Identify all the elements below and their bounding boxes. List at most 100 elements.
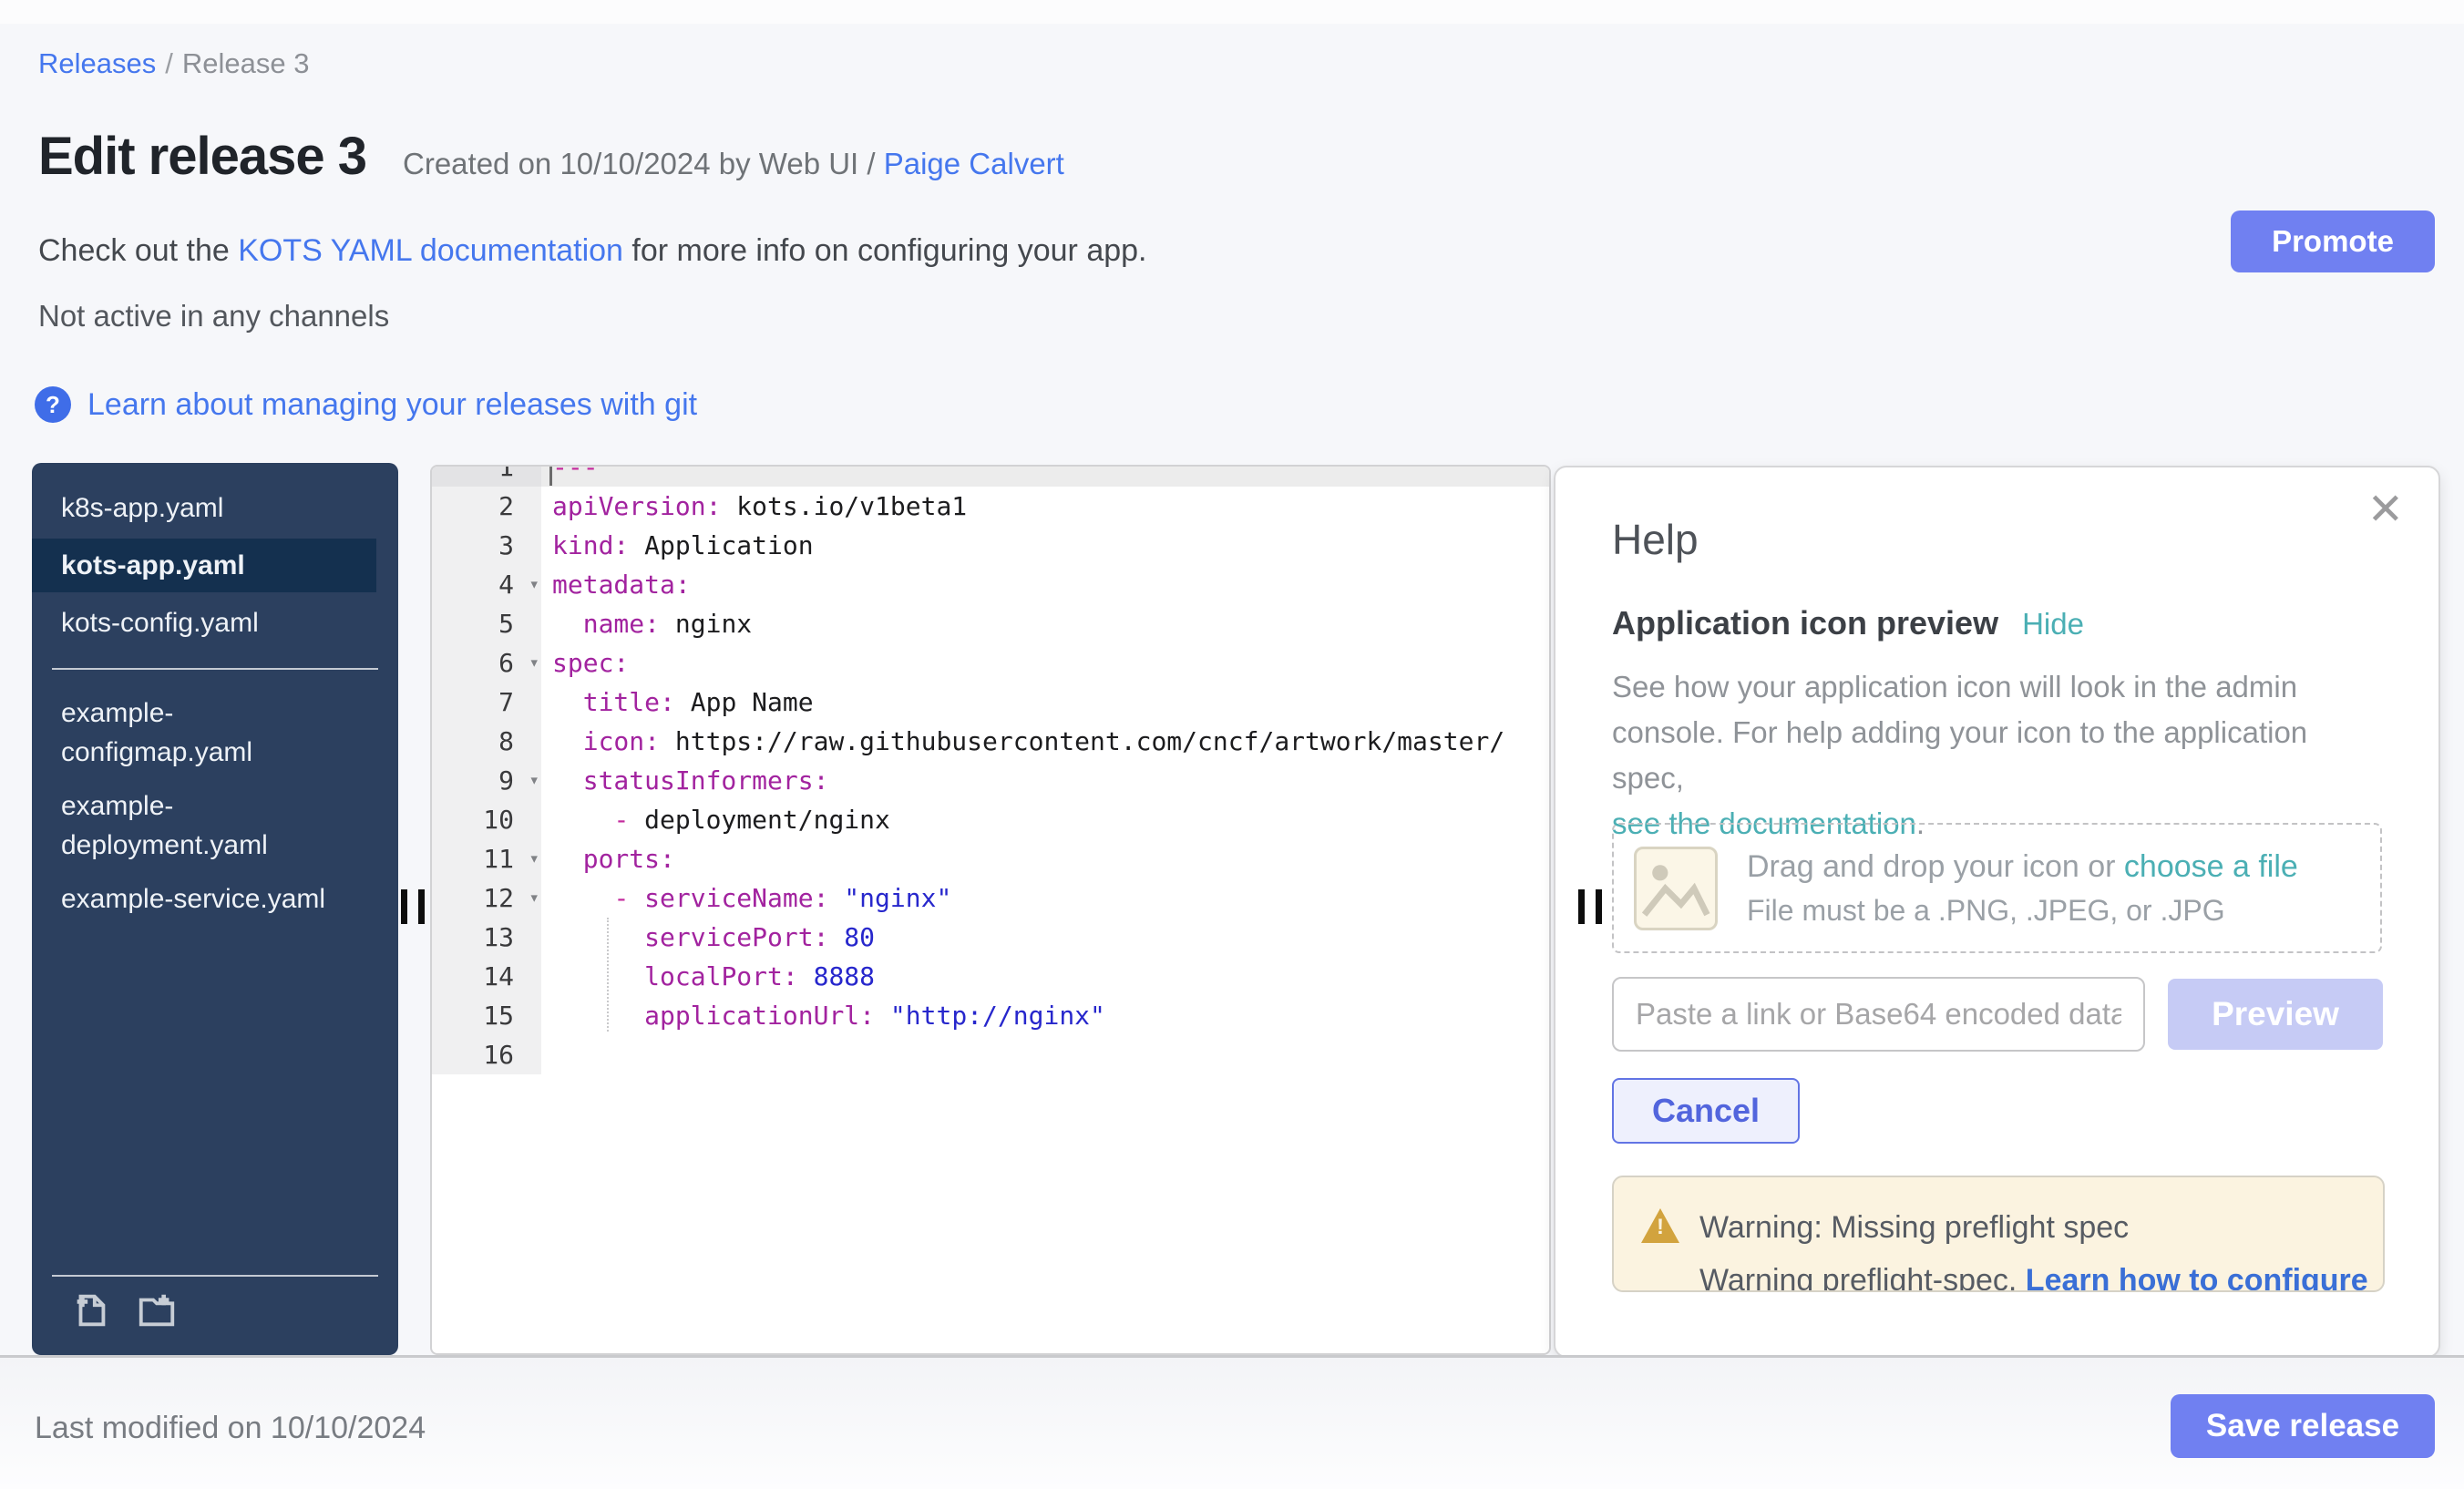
- fold-arrow-icon[interactable]: ▾: [529, 643, 539, 683]
- code-line-content[interactable]: spec:: [541, 643, 1549, 683]
- fold-arrow-icon[interactable]: ▾: [529, 839, 539, 878]
- sidebar-file-k8s-app.yaml[interactable]: k8s-app.yaml: [32, 481, 398, 535]
- fold-arrow-icon[interactable]: ▾: [529, 761, 539, 800]
- code-line-5[interactable]: 5 name: nginx: [432, 604, 1549, 643]
- hide-link[interactable]: Hide: [2022, 607, 2084, 642]
- kots-docs-link[interactable]: KOTS YAML documentation: [238, 233, 623, 268]
- code-line-7[interactable]: 7 title: App Name: [432, 683, 1549, 722]
- line-number: 1: [432, 465, 541, 487]
- new-file-icon[interactable]: [70, 1289, 112, 1331]
- sidebar-footer-divider: [52, 1275, 378, 1277]
- help-desc-line2: console. For help adding your icon to th…: [1612, 715, 2307, 795]
- breadcrumb: Releases/Release 3: [38, 47, 309, 80]
- top-strip: [0, 0, 2464, 24]
- breadcrumb-releases-link[interactable]: Releases: [38, 47, 156, 79]
- sidebar-divider: [52, 668, 378, 670]
- help-panel: ✕ Help Application icon preview Hide See…: [1554, 466, 2440, 1358]
- sidebar-file-example-configmap.yaml[interactable]: example-configmap.yaml: [32, 686, 398, 779]
- code-line-content[interactable]: kind: Application: [541, 526, 1549, 565]
- title-row: Edit release 3 Created on 10/10/2024 by …: [38, 126, 1064, 187]
- code-line-content[interactable]: - deployment/nginx: [541, 800, 1549, 839]
- question-icon[interactable]: ?: [35, 386, 71, 423]
- code-line-14[interactable]: 14 localPort: 8888: [432, 957, 1549, 996]
- last-modified-text: Last modified on 10/10/2024: [35, 1411, 426, 1446]
- line-number: 16: [432, 1035, 541, 1074]
- line-number: 8: [432, 722, 541, 761]
- choose-file-link[interactable]: choose a file: [2124, 849, 2298, 884]
- code-line-content[interactable]: apiVersion: kots.io/v1beta1: [541, 487, 1549, 526]
- code-line-10[interactable]: 10 - deployment/nginx: [432, 800, 1549, 839]
- code-line-3[interactable]: 3kind: Application: [432, 526, 1549, 565]
- code-line-15[interactable]: 15 applicationUrl: "http://nginx": [432, 996, 1549, 1035]
- code-line-1[interactable]: 1---: [432, 465, 1549, 487]
- code-line-16[interactable]: 16: [432, 1035, 1549, 1074]
- code-line-9[interactable]: 9▾ statusInformers:: [432, 761, 1549, 800]
- code-line-2[interactable]: 2apiVersion: kots.io/v1beta1: [432, 487, 1549, 526]
- sidebar-top-files: k8s-app.yamlkots-app.yamlkots-config.yam…: [32, 481, 398, 650]
- git-help-row[interactable]: ? Learn about managing your releases wit…: [35, 386, 697, 423]
- save-release-button[interactable]: Save release: [2171, 1394, 2435, 1458]
- promote-button[interactable]: Promote: [2231, 211, 2435, 272]
- code-line-4[interactable]: 4▾metadata:: [432, 565, 1549, 604]
- sidebar-file-example-deployment.yaml[interactable]: example-deployment.yaml: [32, 779, 398, 872]
- code-line-8[interactable]: 8 icon: https://raw.githubusercontent.co…: [432, 722, 1549, 761]
- line-number: 10: [432, 800, 541, 839]
- line-number: 3: [432, 526, 541, 565]
- line-number: 2: [432, 487, 541, 526]
- docs-line: Check out the KOTS YAML documentation fo…: [38, 233, 1147, 269]
- line-number: 9▾: [432, 761, 541, 800]
- docs-suffix: for more info on configuring your app.: [623, 233, 1147, 268]
- icon-dropzone[interactable]: Drag and drop your icon or choose a file…: [1612, 823, 2382, 953]
- code-line-content[interactable]: ---: [541, 465, 1549, 487]
- breadcrumb-separator: /: [165, 47, 173, 79]
- code-line-content[interactable]: statusInformers:: [541, 761, 1549, 800]
- fold-arrow-icon[interactable]: ▾: [529, 565, 539, 604]
- sidebar-file-kots-app.yaml[interactable]: kots-app.yaml: [32, 539, 376, 592]
- code-line-content[interactable]: localPort: 8888: [541, 957, 1549, 996]
- fold-arrow-icon[interactable]: ▾: [529, 878, 539, 918]
- close-icon[interactable]: ✕: [2367, 484, 2404, 535]
- line-number: 7: [432, 683, 541, 722]
- code-line-6[interactable]: 6▾spec:: [432, 643, 1549, 683]
- dropzone-text: Drag and drop your icon or: [1747, 849, 2124, 884]
- text-cursor: [549, 465, 552, 486]
- line-number: 4▾: [432, 565, 541, 604]
- preview-button[interactable]: Preview: [2168, 979, 2383, 1050]
- code-line-content[interactable]: [541, 1035, 1549, 1074]
- dropzone-hint: File must be a .PNG, .JPEG, or .JPG: [1747, 894, 2298, 928]
- code-line-content[interactable]: ports:: [541, 839, 1549, 878]
- code-line-content[interactable]: metadata:: [541, 565, 1549, 604]
- icon-url-input[interactable]: [1612, 977, 2145, 1052]
- cancel-button[interactable]: Cancel: [1612, 1078, 1800, 1144]
- line-number: 12▾: [432, 878, 541, 918]
- icon-preview-title: Application icon preview: [1612, 604, 1998, 642]
- git-help-link[interactable]: Learn about managing your releases with …: [87, 387, 697, 423]
- code-line-content[interactable]: - serviceName: "nginx": [541, 878, 1549, 918]
- code-line-content[interactable]: servicePort: 80: [541, 918, 1549, 957]
- sidebar-file-kots-config.yaml[interactable]: kots-config.yaml: [32, 596, 398, 650]
- indent-guide: [607, 918, 609, 1032]
- code-line-content[interactable]: icon: https://raw.githubusercontent.com/…: [541, 722, 1549, 761]
- code-line-11[interactable]: 11▾ ports:: [432, 839, 1549, 878]
- line-number: 11▾: [432, 839, 541, 878]
- sidebar-bottom-files: example-configmap.yamlexample-deployment…: [32, 686, 398, 926]
- help-description: See how your application icon will look …: [1612, 664, 2350, 847]
- resize-handle-right[interactable]: [1578, 889, 1619, 926]
- code-line-13[interactable]: 13 servicePort: 80: [432, 918, 1549, 957]
- code-line-content[interactable]: applicationUrl: "http://nginx": [541, 996, 1549, 1035]
- learn-configure-link[interactable]: Learn how to configure: [2026, 1263, 2368, 1292]
- image-placeholder-icon: [1634, 847, 1718, 930]
- sidebar-file-example-service.yaml[interactable]: example-service.yaml: [32, 872, 398, 926]
- yaml-editor[interactable]: 1---2apiVersion: kots.io/v1beta13kind: A…: [430, 465, 1551, 1355]
- code-lines: 1---2apiVersion: kots.io/v1beta13kind: A…: [432, 465, 1549, 1074]
- code-line-12[interactable]: 12▾ - serviceName: "nginx": [432, 878, 1549, 918]
- line-number: 15: [432, 996, 541, 1035]
- created-by-link[interactable]: Paige Calvert: [884, 147, 1064, 180]
- created-text: Created on 10/10/2024 by Web UI /: [403, 147, 876, 180]
- code-line-content[interactable]: name: nginx: [541, 604, 1549, 643]
- code-line-content[interactable]: title: App Name: [541, 683, 1549, 722]
- resize-handle-left[interactable]: [401, 889, 442, 926]
- page-title: Edit release 3: [38, 126, 366, 187]
- line-number: 6▾: [432, 643, 541, 683]
- new-folder-icon[interactable]: [136, 1289, 178, 1331]
